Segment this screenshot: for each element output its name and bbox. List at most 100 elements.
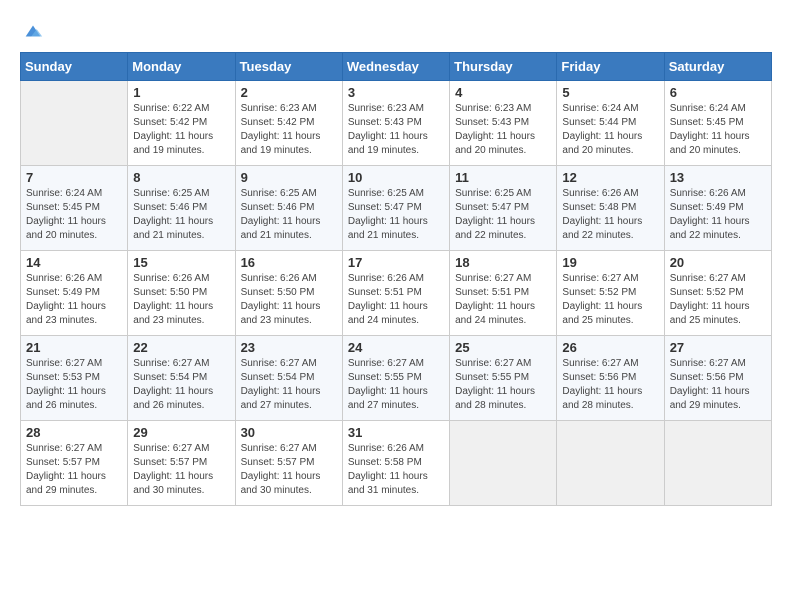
day-info: Sunrise: 6:25 AM Sunset: 5:46 PM Dayligh…	[241, 187, 337, 243]
calendar-cell: 28 Sunrise: 6:27 AM Sunset: 5:57 PM Dayl…	[21, 421, 128, 506]
calendar-cell: 12 Sunrise: 6:26 AM Sunset: 5:48 PM Dayl…	[557, 166, 664, 251]
calendar-cell: 23 Sunrise: 6:27 AM Sunset: 5:54 PM Dayl…	[235, 336, 342, 421]
day-info: Sunrise: 6:26 AM Sunset: 5:49 PM Dayligh…	[670, 187, 766, 243]
calendar-cell: 30 Sunrise: 6:27 AM Sunset: 5:57 PM Dayl…	[235, 421, 342, 506]
day-number: 31	[348, 425, 444, 440]
calendar-cell: 25 Sunrise: 6:27 AM Sunset: 5:55 PM Dayl…	[450, 336, 557, 421]
calendar-cell	[450, 421, 557, 506]
day-info: Sunrise: 6:23 AM Sunset: 5:42 PM Dayligh…	[241, 102, 337, 158]
calendar-cell: 20 Sunrise: 6:27 AM Sunset: 5:52 PM Dayl…	[664, 251, 771, 336]
day-info: Sunrise: 6:26 AM Sunset: 5:58 PM Dayligh…	[348, 442, 444, 498]
calendar-cell	[664, 421, 771, 506]
calendar-cell: 27 Sunrise: 6:27 AM Sunset: 5:56 PM Dayl…	[664, 336, 771, 421]
day-info: Sunrise: 6:27 AM Sunset: 5:57 PM Dayligh…	[241, 442, 337, 498]
header-wednesday: Wednesday	[342, 53, 449, 81]
day-number: 4	[455, 85, 551, 100]
day-number: 13	[670, 170, 766, 185]
calendar-cell: 17 Sunrise: 6:26 AM Sunset: 5:51 PM Dayl…	[342, 251, 449, 336]
calendar-cell: 5 Sunrise: 6:24 AM Sunset: 5:44 PM Dayli…	[557, 81, 664, 166]
day-info: Sunrise: 6:26 AM Sunset: 5:49 PM Dayligh…	[26, 272, 122, 328]
day-info: Sunrise: 6:27 AM Sunset: 5:54 PM Dayligh…	[241, 357, 337, 413]
header-monday: Monday	[128, 53, 235, 81]
week-row-2: 7 Sunrise: 6:24 AM Sunset: 5:45 PM Dayli…	[21, 166, 772, 251]
week-row-1: 1 Sunrise: 6:22 AM Sunset: 5:42 PM Dayli…	[21, 81, 772, 166]
day-info: Sunrise: 6:23 AM Sunset: 5:43 PM Dayligh…	[348, 102, 444, 158]
calendar-cell: 7 Sunrise: 6:24 AM Sunset: 5:45 PM Dayli…	[21, 166, 128, 251]
calendar-cell: 31 Sunrise: 6:26 AM Sunset: 5:58 PM Dayl…	[342, 421, 449, 506]
day-number: 8	[133, 170, 229, 185]
day-number: 9	[241, 170, 337, 185]
day-number: 10	[348, 170, 444, 185]
calendar-cell: 18 Sunrise: 6:27 AM Sunset: 5:51 PM Dayl…	[450, 251, 557, 336]
day-number: 19	[562, 255, 658, 270]
day-info: Sunrise: 6:25 AM Sunset: 5:46 PM Dayligh…	[133, 187, 229, 243]
calendar-cell: 29 Sunrise: 6:27 AM Sunset: 5:57 PM Dayl…	[128, 421, 235, 506]
day-number: 1	[133, 85, 229, 100]
week-row-5: 28 Sunrise: 6:27 AM Sunset: 5:57 PM Dayl…	[21, 421, 772, 506]
calendar-cell: 26 Sunrise: 6:27 AM Sunset: 5:56 PM Dayl…	[557, 336, 664, 421]
day-info: Sunrise: 6:27 AM Sunset: 5:52 PM Dayligh…	[562, 272, 658, 328]
day-number: 29	[133, 425, 229, 440]
day-number: 25	[455, 340, 551, 355]
day-info: Sunrise: 6:27 AM Sunset: 5:51 PM Dayligh…	[455, 272, 551, 328]
calendar-cell: 3 Sunrise: 6:23 AM Sunset: 5:43 PM Dayli…	[342, 81, 449, 166]
header-saturday: Saturday	[664, 53, 771, 81]
header-sunday: Sunday	[21, 53, 128, 81]
day-number: 12	[562, 170, 658, 185]
day-number: 20	[670, 255, 766, 270]
day-info: Sunrise: 6:25 AM Sunset: 5:47 PM Dayligh…	[455, 187, 551, 243]
day-info: Sunrise: 6:22 AM Sunset: 5:42 PM Dayligh…	[133, 102, 229, 158]
day-number: 16	[241, 255, 337, 270]
calendar-cell	[557, 421, 664, 506]
day-number: 28	[26, 425, 122, 440]
calendar-cell: 22 Sunrise: 6:27 AM Sunset: 5:54 PM Dayl…	[128, 336, 235, 421]
day-info: Sunrise: 6:27 AM Sunset: 5:55 PM Dayligh…	[348, 357, 444, 413]
header-thursday: Thursday	[450, 53, 557, 81]
day-number: 21	[26, 340, 122, 355]
day-info: Sunrise: 6:27 AM Sunset: 5:55 PM Dayligh…	[455, 357, 551, 413]
day-number: 30	[241, 425, 337, 440]
day-info: Sunrise: 6:27 AM Sunset: 5:53 PM Dayligh…	[26, 357, 122, 413]
calendar-header-row: SundayMondayTuesdayWednesdayThursdayFrid…	[21, 53, 772, 81]
week-row-4: 21 Sunrise: 6:27 AM Sunset: 5:53 PM Dayl…	[21, 336, 772, 421]
calendar-cell: 21 Sunrise: 6:27 AM Sunset: 5:53 PM Dayl…	[21, 336, 128, 421]
day-number: 18	[455, 255, 551, 270]
day-number: 24	[348, 340, 444, 355]
day-number: 5	[562, 85, 658, 100]
day-number: 7	[26, 170, 122, 185]
day-number: 6	[670, 85, 766, 100]
day-info: Sunrise: 6:27 AM Sunset: 5:57 PM Dayligh…	[133, 442, 229, 498]
calendar-cell: 15 Sunrise: 6:26 AM Sunset: 5:50 PM Dayl…	[128, 251, 235, 336]
page-header	[20, 20, 772, 42]
day-number: 17	[348, 255, 444, 270]
calendar-cell: 11 Sunrise: 6:25 AM Sunset: 5:47 PM Dayl…	[450, 166, 557, 251]
day-info: Sunrise: 6:27 AM Sunset: 5:57 PM Dayligh…	[26, 442, 122, 498]
day-info: Sunrise: 6:26 AM Sunset: 5:50 PM Dayligh…	[241, 272, 337, 328]
day-number: 3	[348, 85, 444, 100]
calendar-cell	[21, 81, 128, 166]
day-info: Sunrise: 6:26 AM Sunset: 5:48 PM Dayligh…	[562, 187, 658, 243]
day-number: 22	[133, 340, 229, 355]
day-number: 11	[455, 170, 551, 185]
day-info: Sunrise: 6:25 AM Sunset: 5:47 PM Dayligh…	[348, 187, 444, 243]
day-info: Sunrise: 6:26 AM Sunset: 5:50 PM Dayligh…	[133, 272, 229, 328]
day-number: 26	[562, 340, 658, 355]
day-info: Sunrise: 6:24 AM Sunset: 5:45 PM Dayligh…	[670, 102, 766, 158]
calendar-cell: 6 Sunrise: 6:24 AM Sunset: 5:45 PM Dayli…	[664, 81, 771, 166]
day-info: Sunrise: 6:26 AM Sunset: 5:51 PM Dayligh…	[348, 272, 444, 328]
day-info: Sunrise: 6:24 AM Sunset: 5:44 PM Dayligh…	[562, 102, 658, 158]
calendar-cell: 24 Sunrise: 6:27 AM Sunset: 5:55 PM Dayl…	[342, 336, 449, 421]
calendar-cell: 8 Sunrise: 6:25 AM Sunset: 5:46 PM Dayli…	[128, 166, 235, 251]
calendar-cell: 19 Sunrise: 6:27 AM Sunset: 5:52 PM Dayl…	[557, 251, 664, 336]
day-number: 14	[26, 255, 122, 270]
calendar-cell: 4 Sunrise: 6:23 AM Sunset: 5:43 PM Dayli…	[450, 81, 557, 166]
calendar-cell: 1 Sunrise: 6:22 AM Sunset: 5:42 PM Dayli…	[128, 81, 235, 166]
logo	[20, 20, 44, 42]
calendar-cell: 2 Sunrise: 6:23 AM Sunset: 5:42 PM Dayli…	[235, 81, 342, 166]
week-row-3: 14 Sunrise: 6:26 AM Sunset: 5:49 PM Dayl…	[21, 251, 772, 336]
day-info: Sunrise: 6:27 AM Sunset: 5:56 PM Dayligh…	[562, 357, 658, 413]
calendar-cell: 14 Sunrise: 6:26 AM Sunset: 5:49 PM Dayl…	[21, 251, 128, 336]
day-number: 27	[670, 340, 766, 355]
header-friday: Friday	[557, 53, 664, 81]
calendar-table: SundayMondayTuesdayWednesdayThursdayFrid…	[20, 52, 772, 506]
